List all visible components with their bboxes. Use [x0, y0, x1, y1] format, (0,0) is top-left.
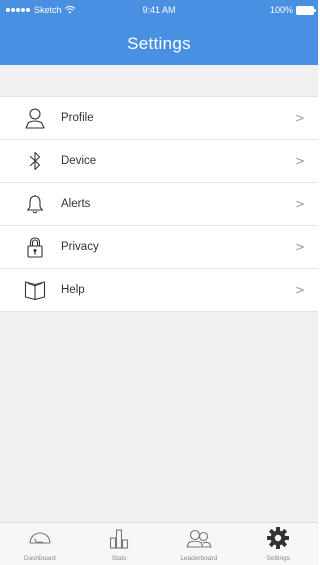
tab-label: Dashboard — [23, 555, 56, 562]
menu-item-label: Alerts — [61, 198, 91, 210]
settings-menu: Profile > Device > Alerts > Privacy > He… — [0, 96, 318, 312]
padlock-icon — [27, 237, 43, 258]
tab-bar: Dashboard Stats Leaderboard Settings — [0, 522, 318, 565]
tab-label: Leaderboard — [180, 555, 218, 562]
chevron-right-icon: > — [294, 240, 305, 254]
chevron-right-icon: > — [294, 154, 305, 168]
menu-item-label: Help — [61, 284, 85, 296]
menu-item-label: Profile — [61, 112, 94, 124]
book-icon — [24, 281, 46, 301]
nav-header: Sketch 9:41 AM 100% Settings — [0, 0, 318, 65]
menu-item-label: Privacy — [61, 241, 99, 253]
gear-icon — [267, 527, 290, 549]
bluetooth-icon — [29, 151, 41, 171]
menu-item-profile[interactable]: Profile > — [0, 97, 318, 140]
bell-icon — [26, 194, 44, 214]
tab-label: Stats — [111, 555, 127, 562]
menu-item-help[interactable]: Help > — [0, 269, 318, 311]
tab-settings[interactable]: Settings — [239, 523, 319, 565]
bar-chart-icon — [110, 529, 129, 549]
gauge-icon — [29, 532, 51, 544]
page-title: Settings — [127, 34, 191, 53]
menu-item-alerts[interactable]: Alerts > — [0, 183, 318, 226]
menu-item-device[interactable]: Device > — [0, 140, 318, 183]
settings-screen: Sketch 9:41 AM 100% Settings Profile > D… — [0, 0, 318, 565]
battery-percent: 100% — [269, 5, 293, 15]
chevron-right-icon: > — [294, 111, 305, 125]
status-bar: Sketch 9:41 AM 100% — [0, 0, 318, 20]
tab-dashboard[interactable]: Dashboard — [0, 523, 80, 565]
tab-stats[interactable]: Stats — [80, 523, 160, 565]
chevron-right-icon: > — [294, 283, 305, 297]
tab-leaderboard[interactable]: Leaderboard — [159, 523, 239, 565]
people-icon — [186, 529, 212, 548]
battery-indicator: 100% — [269, 0, 316, 20]
menu-item-privacy[interactable]: Privacy > — [0, 226, 318, 269]
battery-icon — [296, 5, 316, 15]
person-icon — [25, 108, 45, 129]
tab-label: Settings — [266, 555, 291, 562]
menu-item-label: Device — [61, 155, 97, 167]
chevron-right-icon: > — [294, 197, 305, 211]
